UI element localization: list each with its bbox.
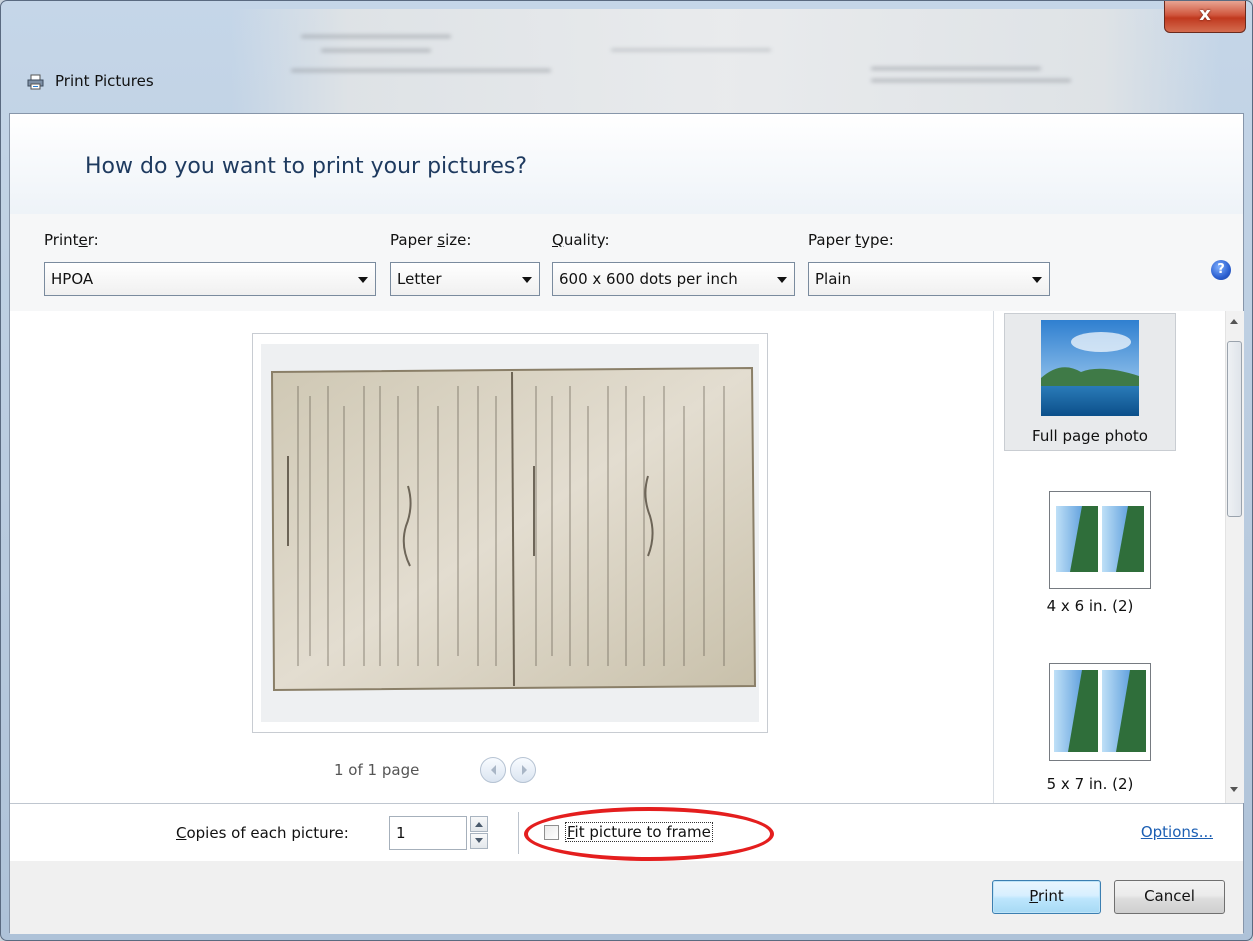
layout-thumbnail <box>1049 663 1151 761</box>
close-button[interactable]: x <box>1164 1 1246 33</box>
divider <box>518 812 519 854</box>
arrow-left-icon <box>491 765 496 775</box>
label-part: ype: <box>861 231 894 249</box>
options-link[interactable]: Options... <box>1141 823 1213 841</box>
blur-mark <box>301 35 451 38</box>
arrow-right-icon <box>522 765 527 775</box>
label-part: r: <box>87 231 99 249</box>
print-pictures-window: Print Pictures x How do you want to prin… <box>0 0 1253 941</box>
increment-button[interactable] <box>470 816 488 832</box>
decrement-button[interactable] <box>470 833 488 849</box>
next-page-button[interactable] <box>510 757 536 783</box>
quality-select[interactable]: 600 x 600 dots per inch <box>552 262 795 296</box>
chevron-up-icon <box>475 822 483 827</box>
paper-type-label: Paper type: <box>808 231 894 249</box>
scroll-thumb[interactable] <box>1227 341 1242 517</box>
dialog-footer: Print Cancel <box>10 861 1243 934</box>
dropdown-arrow-icon <box>358 277 368 283</box>
print-settings-toolbar: Printer: HPOA Paper size: Letter Quality… <box>10 214 1243 312</box>
access-key: C <box>176 824 187 842</box>
blur-mark <box>871 79 1071 82</box>
layout-scrollbar[interactable] <box>1225 311 1244 803</box>
layout-label: 4 x 6 in. (2) <box>1046 597 1134 615</box>
dropdown-arrow-icon <box>522 277 532 283</box>
access-key: P <box>1029 887 1039 905</box>
dropdown-arrow-icon <box>1032 277 1042 283</box>
blur-mark <box>611 49 771 51</box>
window-title: Print Pictures <box>55 72 154 90</box>
printer-icon <box>27 74 45 90</box>
paper-type-select[interactable]: Plain <box>808 262 1050 296</box>
layout-item-full-page[interactable]: Full page photo <box>1004 313 1176 451</box>
header-band: How do you want to print your pictures? <box>10 114 1243 215</box>
paper-size-select[interactable]: Letter <box>390 262 540 296</box>
scroll-down-icon[interactable] <box>1230 787 1238 792</box>
page-indicator: 1 of 1 page <box>334 761 420 779</box>
options-bar: Copies of each picture: 1 Fit picture to… <box>10 803 1243 863</box>
previous-page-button[interactable] <box>480 757 506 783</box>
layout-item-4x6[interactable]: 4 x 6 in. (2) <box>1004 489 1176 621</box>
access-key: Q <box>552 231 564 249</box>
copies-label: Copies of each picture: <box>176 824 349 842</box>
help-icon[interactable]: ? <box>1211 260 1231 280</box>
title-bar: Print Pictures x <box>1 1 1252 113</box>
two-photos-icon <box>1054 670 1146 752</box>
paper-type-value: Plain <box>815 270 852 288</box>
background-blur <box>231 9 1221 113</box>
blur-mark <box>871 67 1041 70</box>
paper-size-value: Letter <box>397 270 442 288</box>
highlight-annotation <box>524 807 774 861</box>
access-key: e <box>78 231 88 249</box>
quality-value: 600 x 600 dots per inch <box>559 270 738 288</box>
label-part: ize: <box>445 231 472 249</box>
dropdown-arrow-icon <box>777 277 787 283</box>
label-part: Paper <box>808 231 856 249</box>
quality-label: Quality: <box>552 231 610 249</box>
label-part: Paper <box>390 231 438 249</box>
page-preview <box>252 333 768 733</box>
access-key: s <box>437 231 446 249</box>
scroll-up-icon[interactable] <box>1230 319 1238 324</box>
page-title: How do you want to print your pictures? <box>85 154 528 179</box>
copies-stepper[interactable] <box>470 816 488 850</box>
landscape-thumbnail-icon <box>1041 320 1139 416</box>
blur-mark <box>291 69 551 72</box>
two-photos-icon <box>1056 506 1144 572</box>
close-icon: x <box>1199 4 1211 25</box>
printer-label: Printer: <box>44 231 99 249</box>
preview-paper <box>261 344 759 722</box>
copies-input[interactable]: 1 <box>389 816 467 850</box>
label-part: opies of each picture: <box>186 824 349 842</box>
document-photo <box>270 366 756 692</box>
paper-size-label: Paper size: <box>390 231 471 249</box>
chevron-down-icon <box>475 838 483 843</box>
print-button[interactable]: Print <box>992 880 1101 914</box>
printer-value: HPOA <box>51 270 94 288</box>
layout-list: Full page photo 4 x 6 in. (2) 5 x 7 in. … <box>993 311 1244 803</box>
label-part: uality: <box>563 231 610 249</box>
blur-mark <box>321 49 431 52</box>
layout-label: Full page photo <box>1032 427 1148 445</box>
button-label: rint <box>1038 887 1064 905</box>
layout-label: 5 x 7 in. (2) <box>1046 775 1134 793</box>
dialog-client-area: How do you want to print your pictures? … <box>9 113 1244 934</box>
layout-item-5x7[interactable]: 5 x 7 in. (2) <box>1004 663 1176 798</box>
cancel-button[interactable]: Cancel <box>1114 880 1225 914</box>
label-part: Print <box>44 231 79 249</box>
preview-area: 1 of 1 page <box>10 311 993 803</box>
printer-select[interactable]: HPOA <box>44 262 376 296</box>
layout-thumbnail <box>1049 491 1151 589</box>
